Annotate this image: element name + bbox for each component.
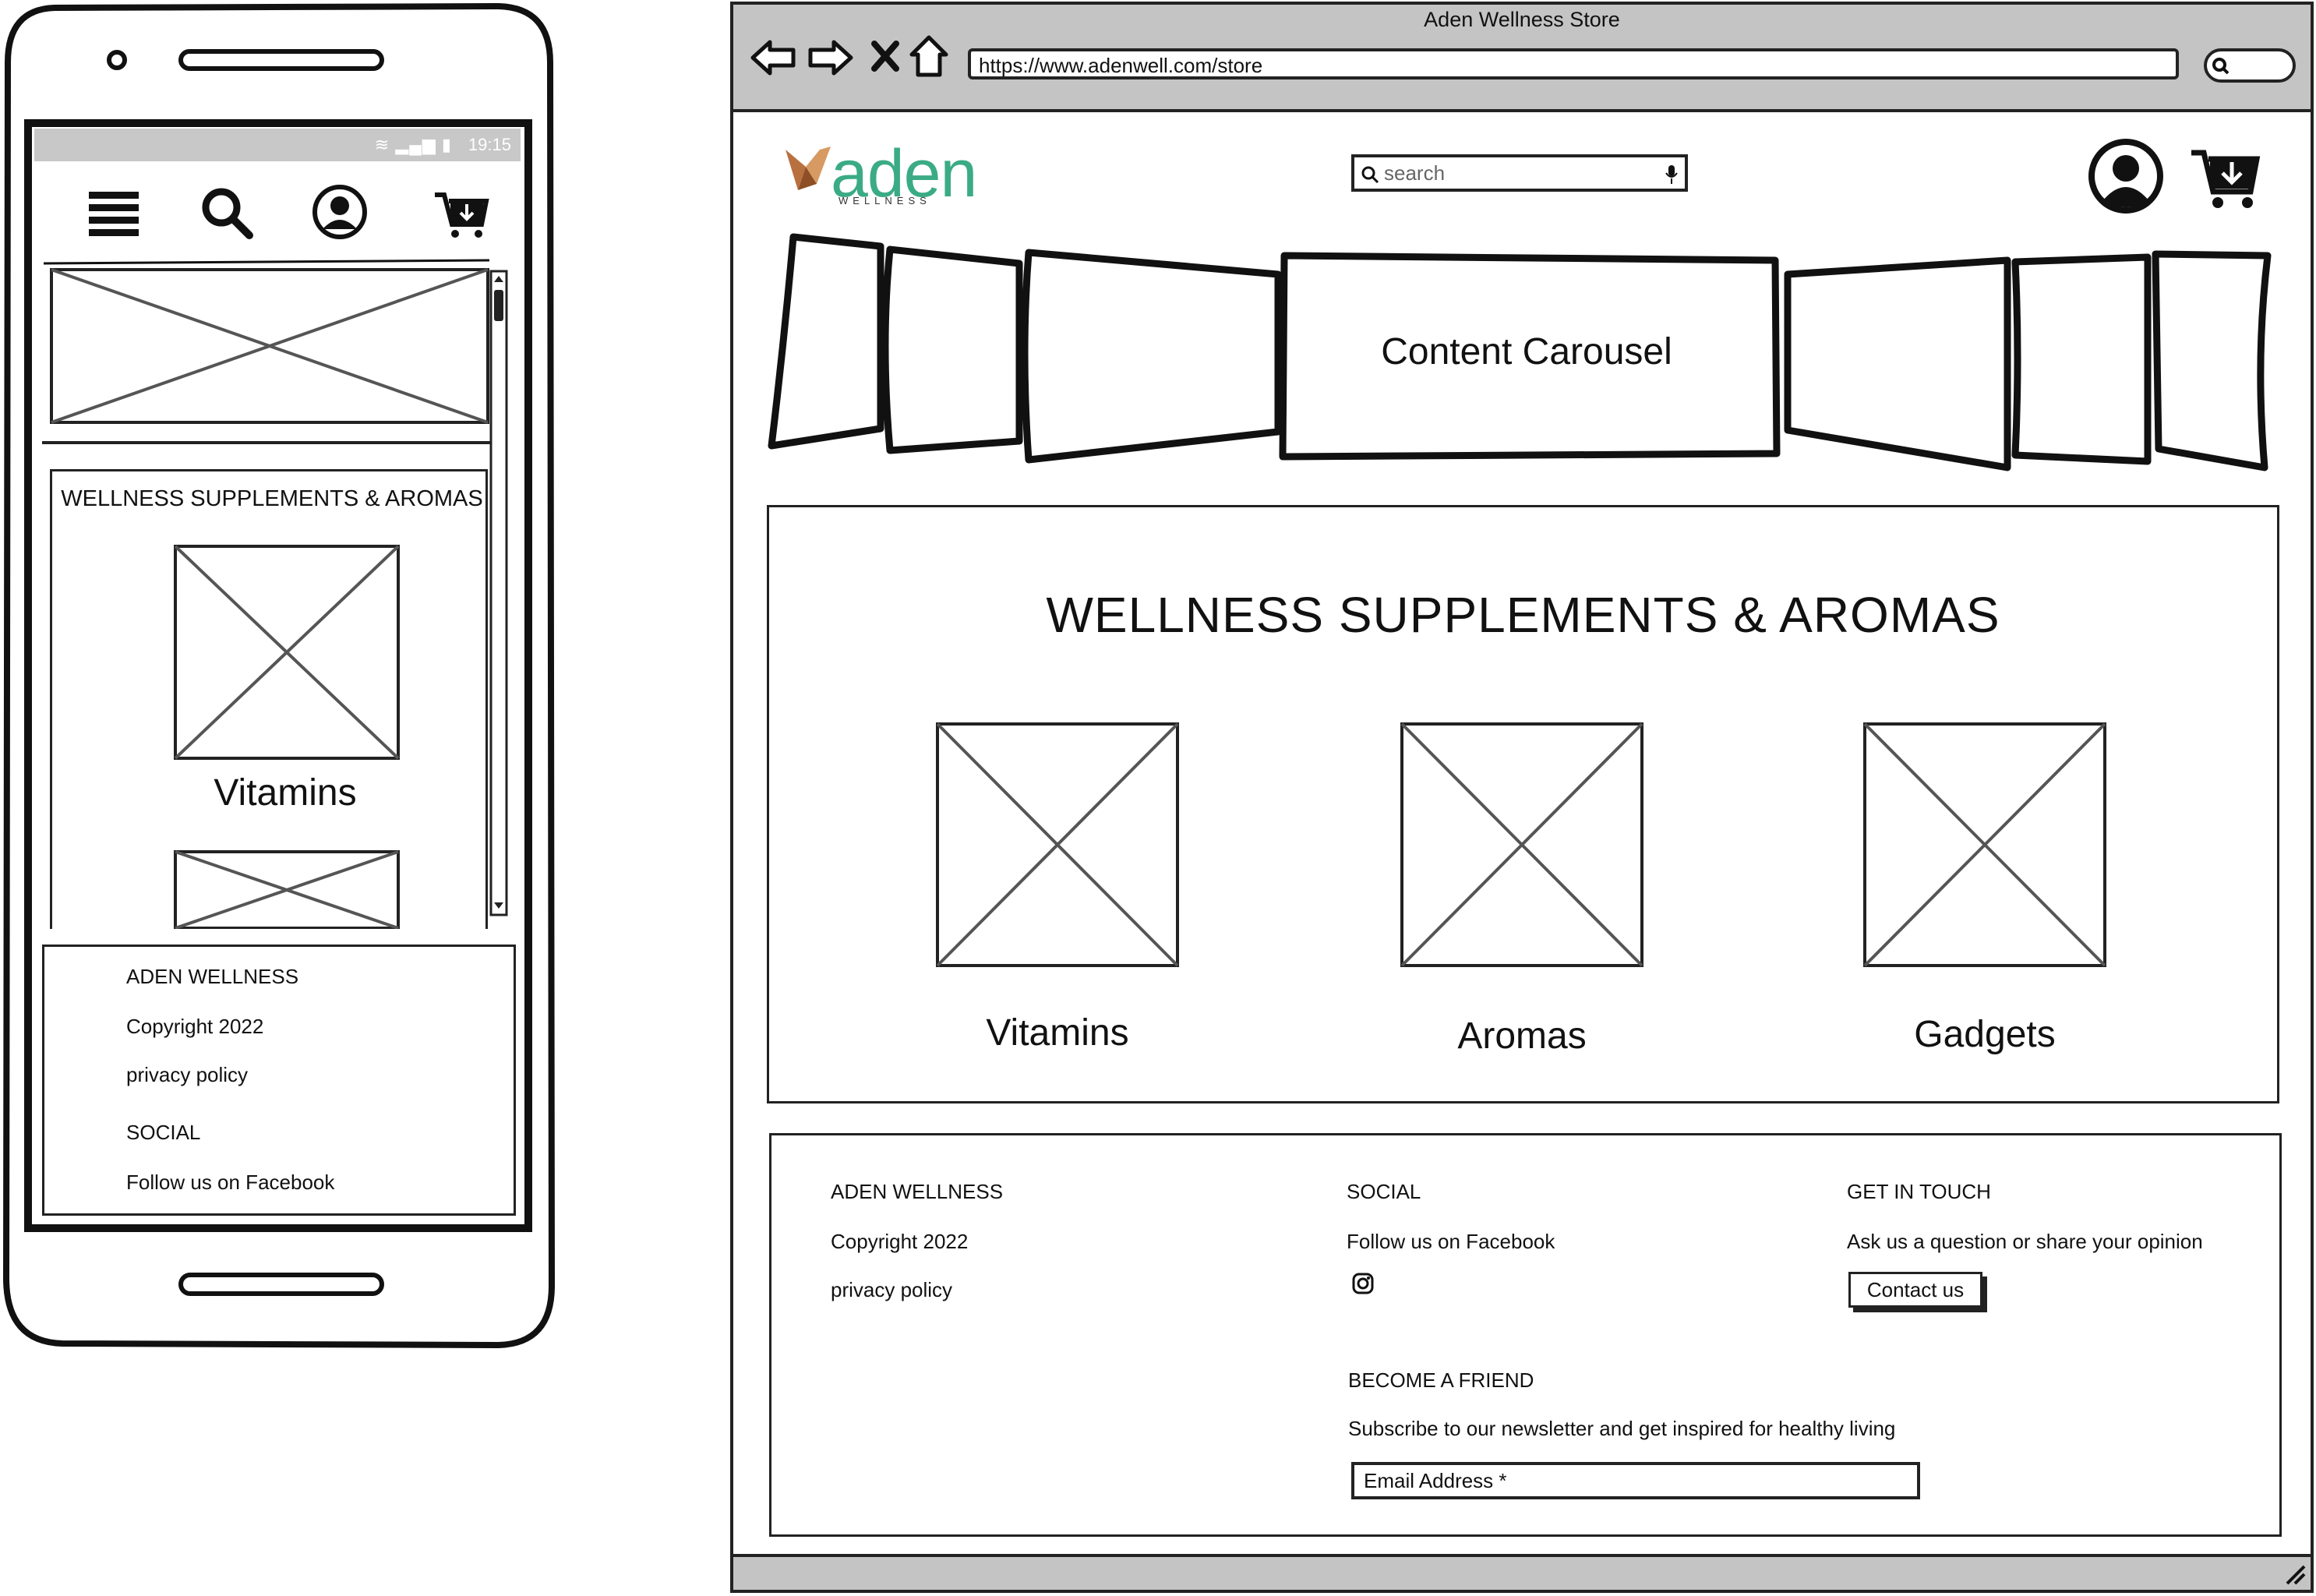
newsletter-text: Subscribe to our newsletter and get insp… [1348, 1417, 1896, 1440]
contact-us-button[interactable]: Contact us [1848, 1272, 1982, 1308]
friend-heading: BECOME A FRIEND [1348, 1368, 1534, 1392]
back-icon[interactable] [750, 37, 796, 78]
account-icon[interactable] [2087, 137, 2165, 215]
mobile-vitamins-image[interactable] [173, 544, 401, 761]
mobile-clock: 19:15 [468, 135, 511, 154]
contact-heading: GET IN TOUCH [1847, 1180, 1991, 1203]
signal-battery-icons: ≋ ▂▄▆ ▮ [374, 135, 452, 154]
address-bar[interactable]: https://www.adenwell.com/store [968, 48, 2179, 79]
category-label-gadgets[interactable]: Gadgets [1829, 1013, 2141, 1056]
forward-icon[interactable] [807, 37, 854, 78]
search-icon [1361, 166, 1379, 184]
mobile-carousel-image[interactable] [41, 259, 493, 430]
social-heading: SOCIAL [1347, 1180, 1421, 1203]
mobile-footer-brand: ADEN WELLNESS [126, 965, 299, 988]
privacy-policy-link[interactable]: privacy policy [831, 1278, 952, 1302]
vitamins-image[interactable] [935, 722, 1180, 968]
browser-window-title: Aden Wellness Store [1424, 8, 1620, 31]
browser-search-field[interactable] [2204, 48, 2296, 83]
user-icon[interactable] [309, 181, 371, 243]
aden-logo[interactable]: aden WELLNESS [782, 136, 985, 214]
section-title: WELLNESS SUPPLEMENTS & AROMAS [1046, 587, 2000, 643]
mobile-footer-copyright: Copyright 2022 [126, 1015, 264, 1038]
category-label-vitamins[interactable]: Vitamins [902, 1012, 1213, 1054]
logo-subtext: WELLNESS [838, 195, 931, 207]
mobile-privacy-link[interactable]: privacy policy [126, 1063, 248, 1087]
search-input[interactable] [1384, 161, 1641, 185]
contact-text: Ask us a question or share your opinion [1847, 1230, 2203, 1253]
search-icon[interactable] [195, 181, 257, 243]
gadgets-image[interactable] [1862, 722, 2107, 968]
browser-search-icon [2212, 58, 2230, 75]
mobile-next-image[interactable] [173, 849, 401, 929]
footer-copyright: Copyright 2022 [831, 1230, 969, 1253]
instagram-icon[interactable] [1351, 1272, 1375, 1295]
carousel-label: Content Carousel [1381, 331, 1672, 373]
mobile-category-label[interactable]: Vitamins [129, 772, 441, 814]
email-field[interactable] [1351, 1462, 1920, 1499]
origami-bird-icon [786, 147, 831, 190]
mobile-facebook-link[interactable]: Follow us on Facebook [126, 1171, 334, 1195]
microphone-icon[interactable] [1665, 164, 1679, 185]
browser-status-bar [730, 1554, 2314, 1593]
footer-brand: ADEN WELLNESS [831, 1180, 1004, 1203]
facebook-link[interactable]: Follow us on Facebook [1347, 1230, 1555, 1254]
mobile-divider [42, 441, 494, 444]
category-label-aromas[interactable]: Aromas [1366, 1015, 1678, 1058]
mobile-section-title: WELLNESS SUPPLEMENTS & AROMAS [61, 486, 483, 511]
cart-icon[interactable] [430, 184, 493, 246]
store-search-box[interactable] [1351, 154, 1688, 192]
home-icon[interactable] [907, 34, 951, 78]
resize-grip-icon[interactable] [2284, 1563, 2306, 1585]
close-icon[interactable] [870, 39, 901, 73]
aromas-image[interactable] [1400, 722, 1644, 968]
mobile-status-bar: ≋ ▂▄▆ ▮ 19:15 [34, 129, 521, 161]
mobile-scrollbar[interactable] [489, 270, 508, 916]
cart-icon[interactable] [2188, 143, 2263, 214]
menu-icon[interactable] [83, 181, 145, 243]
mobile-social-heading: SOCIAL [126, 1121, 201, 1144]
